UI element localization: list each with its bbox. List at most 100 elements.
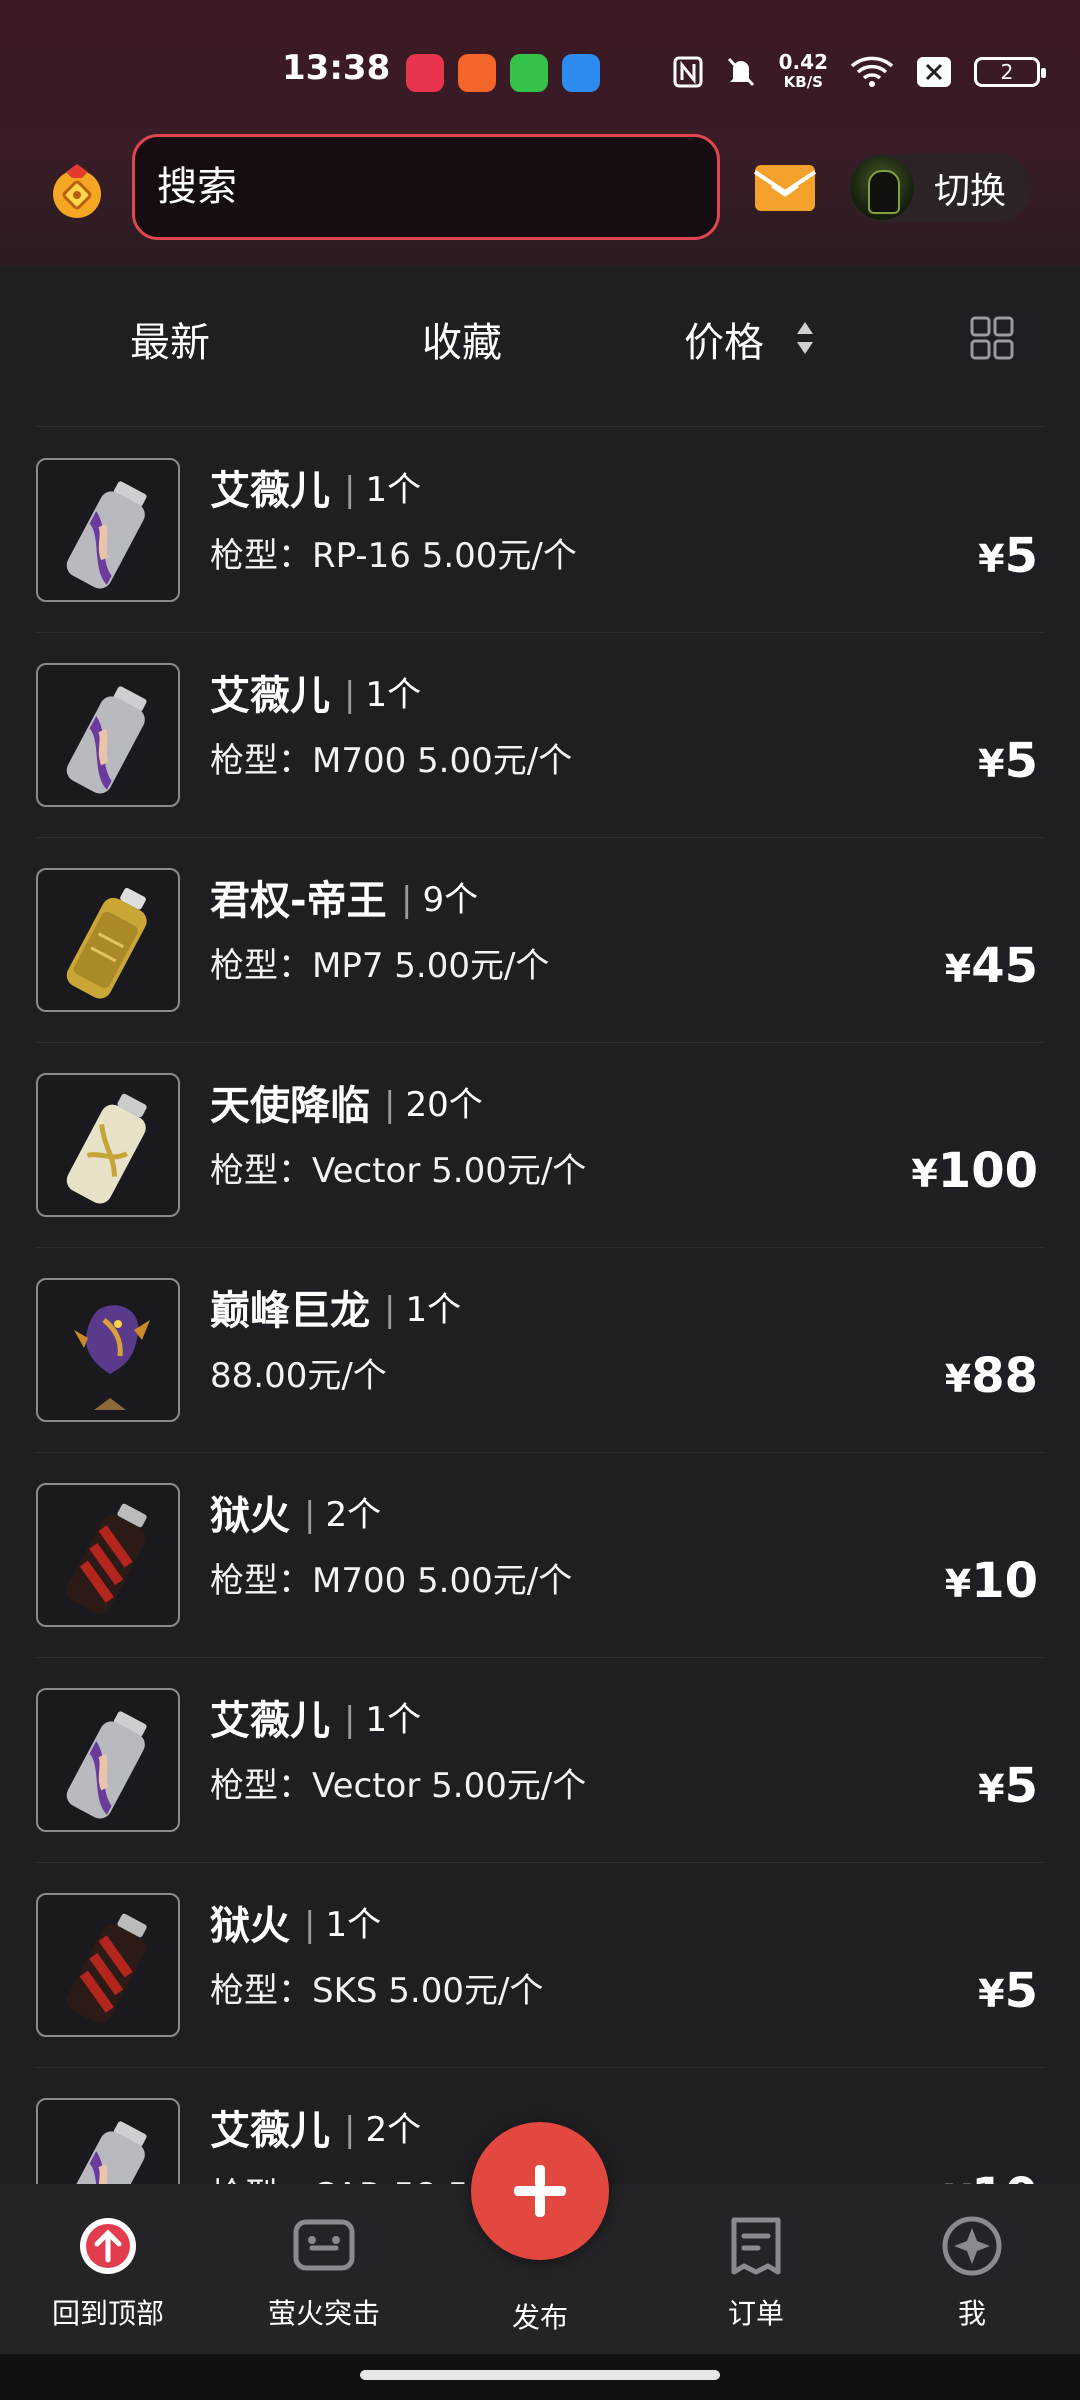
item-name: 巅峰巨龙 xyxy=(210,1288,370,1334)
publish-button[interactable] xyxy=(471,2122,609,2260)
separator: | xyxy=(344,2110,356,2150)
nav-label-me: 我 xyxy=(957,2297,986,2330)
separator: | xyxy=(344,470,356,510)
list-item[interactable]: 天使降临 | 20个 枪型：Vector 5.00元/个 ¥100 xyxy=(36,1043,1044,1248)
item-quantity: | 9个 xyxy=(391,872,478,921)
nfc-icon xyxy=(673,56,703,88)
divider xyxy=(36,426,1046,427)
item-quantity: | 1个 xyxy=(294,1897,381,1946)
separator: | xyxy=(384,1290,396,1330)
home-bar[interactable] xyxy=(360,2370,720,2380)
red-envelope-icon[interactable] xyxy=(754,164,816,212)
separator: | xyxy=(401,880,413,920)
item-thumbnail xyxy=(36,1278,180,1422)
list-item[interactable]: 艾薇儿 | 1个枪型：RP-16 5.00元/个 ¥5 xyxy=(36,428,1044,633)
mute-icon xyxy=(727,57,754,87)
item-quantity: | 1个 xyxy=(374,1282,461,1331)
nav-back-to-top[interactable]: 回到顶部 xyxy=(0,2184,216,2354)
item-quantity: | 2个 xyxy=(294,1487,381,1536)
separator: | xyxy=(304,1495,316,1535)
net-speed: 0.42 KB/S xyxy=(778,50,828,91)
item-quantity-value: 20个 xyxy=(405,1085,483,1125)
item-quantity: | 1个 xyxy=(334,1692,421,1741)
gamepad-icon xyxy=(293,2219,355,2271)
item-price-value: 5 xyxy=(1004,733,1038,789)
item-description: 88.00元/个 xyxy=(210,1356,387,1396)
arrow-up-circle-icon xyxy=(80,2218,136,2274)
item-name: 艾薇儿 xyxy=(210,468,330,514)
filter-price[interactable]: 价格 xyxy=(684,310,764,368)
item-quantity-value: 1个 xyxy=(325,1905,382,1945)
item-price-value: 5 xyxy=(1004,1758,1038,1814)
item-quantity: | 1个 xyxy=(334,462,421,511)
search-box[interactable] xyxy=(132,134,720,240)
list-item[interactable]: 艾薇儿 | 1个 枪型：Vector 5.00元/个 ¥5 xyxy=(36,1658,1044,1863)
item-description: 枪型：SKS 5.00元/个 xyxy=(210,1971,544,2011)
item-thumbnail xyxy=(36,2098,180,2184)
nav-me[interactable]: 我 xyxy=(864,2184,1080,2354)
nav-game[interactable]: 萤火突击 xyxy=(216,2184,432,2354)
coin-bag-icon[interactable] xyxy=(48,162,106,220)
sort-arrows-icon[interactable] xyxy=(794,318,816,358)
item-price-value: 5 xyxy=(1004,1963,1038,2019)
item-price: ¥5 xyxy=(978,1758,1038,1814)
kuaishou-app-icon xyxy=(458,54,496,92)
item-price: ¥5 xyxy=(978,733,1038,789)
item-quantity-value: 1个 xyxy=(405,1290,462,1330)
header: 13:38 0.42KB/S 2 切换 xyxy=(0,0,1080,266)
currency-symbol: ¥ xyxy=(978,537,1005,581)
filter-latest[interactable]: 最新 xyxy=(130,310,210,368)
switch-account-button[interactable]: 切换 xyxy=(848,154,1032,222)
wifi-icon xyxy=(850,56,894,87)
item-quantity-value: 1个 xyxy=(365,675,422,715)
status-icons: 0.42 KB/S 2 xyxy=(673,48,1046,96)
currency-symbol: ¥ xyxy=(945,2177,971,2184)
separator: | xyxy=(344,1700,356,1740)
item-price: ¥45 xyxy=(945,938,1038,994)
item-description: 枪型：M700 5.00元/个 xyxy=(210,741,573,781)
item-price: ¥10 xyxy=(945,2168,1038,2184)
item-quantity: | 2个 xyxy=(334,2102,421,2151)
currency-symbol: ¥ xyxy=(944,1357,972,1401)
item-quantity-value: 2个 xyxy=(365,2110,422,2150)
item-price: ¥88 xyxy=(945,1348,1038,1404)
grid-view-icon[interactable] xyxy=(970,316,1014,360)
item-price-value: 10 xyxy=(971,1553,1038,1609)
item-name: 天使降临 xyxy=(210,1083,370,1129)
nav-label-game: 萤火突击 xyxy=(267,2297,380,2330)
item-description: 枪型：RP-16 5.00元/个 xyxy=(210,536,577,576)
currency-symbol: ¥ xyxy=(978,1972,1005,2016)
list-item[interactable]: 狱火 | 2个 枪型：M700 5.00元/个 ¥10 xyxy=(36,1453,1044,1658)
currency-symbol: ¥ xyxy=(978,1767,1005,1811)
nav-orders[interactable]: 订单 xyxy=(648,2184,864,2354)
status-time: 13:38 xyxy=(282,48,391,88)
order-document-icon xyxy=(731,2217,781,2275)
list-item[interactable]: 艾薇儿 | 1个 枪型：M700 5.00元/个 ¥5 xyxy=(36,633,1044,838)
item-price-value: 10 xyxy=(971,2168,1038,2184)
close-box-icon xyxy=(917,57,951,87)
list-item[interactable]: 君权-帝王 | 9个 枪型：MP7 5.00元/个 ¥45 xyxy=(36,838,1044,1043)
item-description: 枪型：MP7 5.00元/个 xyxy=(210,946,550,986)
item-price: ¥100 xyxy=(911,1143,1038,1199)
blue-app-icon xyxy=(562,54,600,92)
item-thumbnail xyxy=(36,1688,180,1832)
item-price: ¥5 xyxy=(978,528,1038,584)
battery-icon: 2 xyxy=(974,57,1046,87)
list-item[interactable]: 巅峰巨龙 | 1个 88.00元/个 ¥88 xyxy=(36,1248,1044,1453)
item-name: 狱火 xyxy=(210,1493,290,1539)
item-list: 艾薇儿 | 1个 枪型：RP-16 5.00元/个 ¥5 艾薇儿 | 1个 枪型：M700 5.… xyxy=(0,428,1080,2184)
separator: | xyxy=(344,675,356,715)
item-description: 枪型：Vector 5.00元/个 xyxy=(210,1766,587,1806)
item-name: 艾薇儿 xyxy=(210,1698,330,1744)
search-input[interactable] xyxy=(135,137,717,237)
filter-favorites[interactable]: 收藏 xyxy=(422,310,502,368)
item-price-value: 45 xyxy=(971,938,1038,994)
separator: | xyxy=(384,1085,396,1125)
item-quantity-value: 1个 xyxy=(365,1700,422,1740)
status-bar: 13:38 0.42 KB/S 2 xyxy=(0,40,1080,104)
item-price: ¥5 xyxy=(978,1963,1038,2019)
list-item[interactable]: 狱火 | 1个 枪型：SKS 5.00元/个 ¥5 xyxy=(36,1863,1044,2068)
nav-label-orders: 订单 xyxy=(727,2297,784,2330)
currency-symbol: ¥ xyxy=(911,1152,938,1196)
filter-bar: 最新 收藏 价格 xyxy=(0,266,1080,412)
